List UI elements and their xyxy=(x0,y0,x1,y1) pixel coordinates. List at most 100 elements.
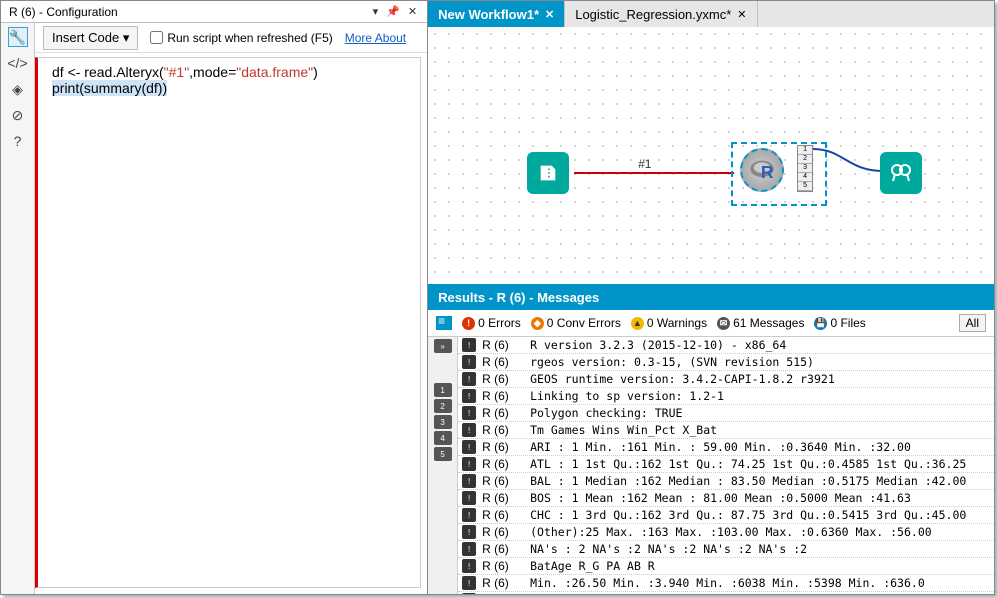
pin-icon[interactable]: 📌 xyxy=(384,5,402,18)
connector-blue xyxy=(813,143,883,175)
message-icon: ! xyxy=(462,440,476,454)
message-row[interactable]: ! R (6)BOS : 1 Mean :162 Mean : 81.00 Mea… xyxy=(458,490,994,507)
message-source: R (6) xyxy=(480,406,530,420)
message-icon: ! xyxy=(462,508,476,522)
message-row[interactable]: ! R (6)R version 3.2.3 (2015-12-10) - x86… xyxy=(458,337,994,354)
message-text: GEOS runtime version: 3.4.2-CAPI-1.8.2 r… xyxy=(530,372,994,386)
message-text: BAL : 1 Median :162 Median : 83.50 Media… xyxy=(530,474,994,488)
message-icon: ! xyxy=(462,389,476,403)
message-source: R (6) xyxy=(480,508,530,522)
dropdown-icon[interactable]: ▾ xyxy=(371,5,381,18)
message-row[interactable]: !R (6) Tm Games Wins Win_Pct X_Bat xyxy=(458,422,994,439)
cancel-icon[interactable]: ⊘ xyxy=(8,105,28,125)
message-icon: ! xyxy=(462,457,476,471)
errors-badge[interactable]: !0 Errors xyxy=(462,316,521,330)
message-source: R (6) xyxy=(480,338,530,352)
message-text: Min. :26.50 Min. :3.940 Min. :6038 Min. … xyxy=(530,576,994,590)
list-icon[interactable] xyxy=(436,316,452,330)
message-row[interactable]: !R (6) BatAge R_G PA AB R xyxy=(458,558,994,575)
more-about-link[interactable]: More About xyxy=(345,31,406,45)
results-summary-bar: !0 Errors ◆0 Conv Errors ▲0 Warnings ✉61… xyxy=(428,310,994,337)
message-row[interactable]: !R (6)rgeos version: 0.3-15, (SVN revisi… xyxy=(458,354,994,371)
results-list[interactable]: !R (6)R version 3.2.3 (2015-12-10) - x86… xyxy=(458,337,994,594)
message-row[interactable]: ! R (6)CHC : 1 3rd Qu.:162 3rd Qu.: 87.75… xyxy=(458,507,994,524)
message-icon: ! xyxy=(462,338,476,352)
message-source: R (6) xyxy=(480,355,530,369)
message-icon: ! xyxy=(462,491,476,505)
all-filter-button[interactable]: All xyxy=(959,314,986,332)
messages-badge[interactable]: ✉61 Messages xyxy=(717,316,804,330)
anchor-4-icon[interactable]: 4 xyxy=(434,431,452,445)
message-source: R (6) xyxy=(480,542,530,556)
message-source: R (6) xyxy=(480,491,530,505)
message-text: Polygon checking: TRUE xyxy=(530,406,994,420)
code-icon[interactable]: </> xyxy=(8,53,28,73)
message-source: R (6) xyxy=(480,559,530,573)
output-anchors[interactable]: 12345 xyxy=(797,145,813,192)
message-text: (Other):25 Max. :163 Max. :103.00 Max. :… xyxy=(530,525,994,539)
input-data-node[interactable] xyxy=(527,152,569,194)
warnings-badge[interactable]: ▲0 Warnings xyxy=(631,316,707,330)
message-icon: ! xyxy=(462,542,476,556)
message-text: ATL : 1 1st Qu.:162 1st Qu.: 74.25 1st Q… xyxy=(530,457,994,471)
message-text: R version 3.2.3 (2015-12-10) - x86_64 xyxy=(530,338,994,352)
results-gutter: » 1 2 3 4 5 xyxy=(428,337,458,594)
message-row[interactable]: ! R (6)Min. :26.50 Min. :3.940 Min. :6038… xyxy=(458,575,994,592)
tab-logistic-regression[interactable]: Logistic_Regression.yxmc* ✕ xyxy=(565,1,757,27)
message-row[interactable]: !R (6)1st Qu.:27.80 1st Qu.:4.268 1st Qu… xyxy=(458,592,994,594)
anchor-5-icon[interactable]: 5 xyxy=(434,447,452,461)
message-text: NA's : 2 NA's :2 NA's :2 NA's :2 NA's :2 xyxy=(530,542,994,556)
message-text: Linking to sp version: 1.2-1 xyxy=(530,389,994,403)
message-text: ARI : 1 Min. :161 Min. : 59.00 Min. :0.3… xyxy=(530,440,994,454)
code-editor[interactable]: df <- read.Alteryx("#1",mode="data.frame… xyxy=(35,57,421,588)
config-title: R (6) - Configuration xyxy=(9,5,118,19)
message-source: R (6) xyxy=(480,457,530,471)
refresh-checkbox-input[interactable] xyxy=(150,31,163,44)
insert-code-button[interactable]: Insert Code ▾ xyxy=(43,26,138,50)
workflow-tabs: New Workflow1* ✕ Logistic_Regression.yxm… xyxy=(428,1,994,27)
message-icon: ! xyxy=(462,355,476,369)
anchor-2-icon[interactable]: 2 xyxy=(434,399,452,413)
message-row[interactable]: ! R (6)NA's : 2 NA's :2 NA's :2 NA's :2 N… xyxy=(458,541,994,558)
message-text: 1st Qu.:27.80 1st Qu.:4.268 1st Qu.:6160… xyxy=(530,593,994,594)
message-row[interactable]: !R (6)GEOS runtime version: 3.4.2-CAPI-1… xyxy=(458,371,994,388)
message-source: R (6) xyxy=(480,389,530,403)
message-source: R (6) xyxy=(480,525,530,539)
close-icon[interactable]: ✕ xyxy=(737,8,746,21)
message-text: Tm Games Wins Win_Pct X_Bat xyxy=(530,423,994,437)
config-titlebar: R (6) - Configuration ▾ 📌 ✕ xyxy=(1,1,427,23)
anchor-3-icon[interactable]: 3 xyxy=(434,415,452,429)
wrench-icon[interactable]: 🔧 xyxy=(8,27,28,47)
message-icon: ! xyxy=(462,525,476,539)
connection-wire xyxy=(574,172,734,174)
tag-icon[interactable]: ◈ xyxy=(8,79,28,99)
message-row[interactable]: ! R (6)Polygon checking: TRUE xyxy=(458,405,994,422)
help-icon[interactable]: ? xyxy=(8,131,28,151)
message-row[interactable]: ! R (6)ATL : 1 1st Qu.:162 1st Qu.: 74.25… xyxy=(458,456,994,473)
browse-node[interactable] xyxy=(880,152,922,194)
connection-label: #1 xyxy=(638,157,651,171)
message-text: BOS : 1 Mean :162 Mean : 81.00 Mean :0.5… xyxy=(530,491,994,505)
message-row[interactable]: !R (6)ARI : 1 Min. :161 Min. : 59.00 Min… xyxy=(458,439,994,456)
files-badge[interactable]: 💾0 Files xyxy=(814,316,865,330)
message-source: R (6) xyxy=(480,576,530,590)
message-row[interactable]: ! R (6)(Other):25 Max. :163 Max. :103.00 … xyxy=(458,524,994,541)
message-icon: ! xyxy=(462,559,476,573)
r-tool-node[interactable]: R xyxy=(740,148,784,192)
message-source: R (6) xyxy=(480,423,530,437)
run-refresh-checkbox[interactable]: Run script when refreshed (F5) xyxy=(150,31,332,45)
tab-new-workflow[interactable]: New Workflow1* ✕ xyxy=(428,1,565,27)
close-icon[interactable]: ✕ xyxy=(406,5,419,18)
message-text: CHC : 1 3rd Qu.:162 3rd Qu.: 87.75 3rd Q… xyxy=(530,508,994,522)
message-row[interactable]: ! R (6)Linking to sp version: 1.2-1 xyxy=(458,388,994,405)
close-icon[interactable]: ✕ xyxy=(545,8,554,21)
message-source: R (6) xyxy=(480,372,530,386)
workflow-canvas[interactable]: #1 R 12345 xyxy=(428,27,994,284)
message-row[interactable]: !R (6)BAL : 1 Median :162 Median : 83.50… xyxy=(458,473,994,490)
anchor-1-icon[interactable]: 1 xyxy=(434,383,452,397)
message-source: R (6) xyxy=(480,474,530,488)
message-icon: ! xyxy=(462,406,476,420)
message-icon: ! xyxy=(462,576,476,590)
conv-errors-badge[interactable]: ◆0 Conv Errors xyxy=(531,316,621,330)
expand-icon[interactable]: » xyxy=(434,339,452,353)
